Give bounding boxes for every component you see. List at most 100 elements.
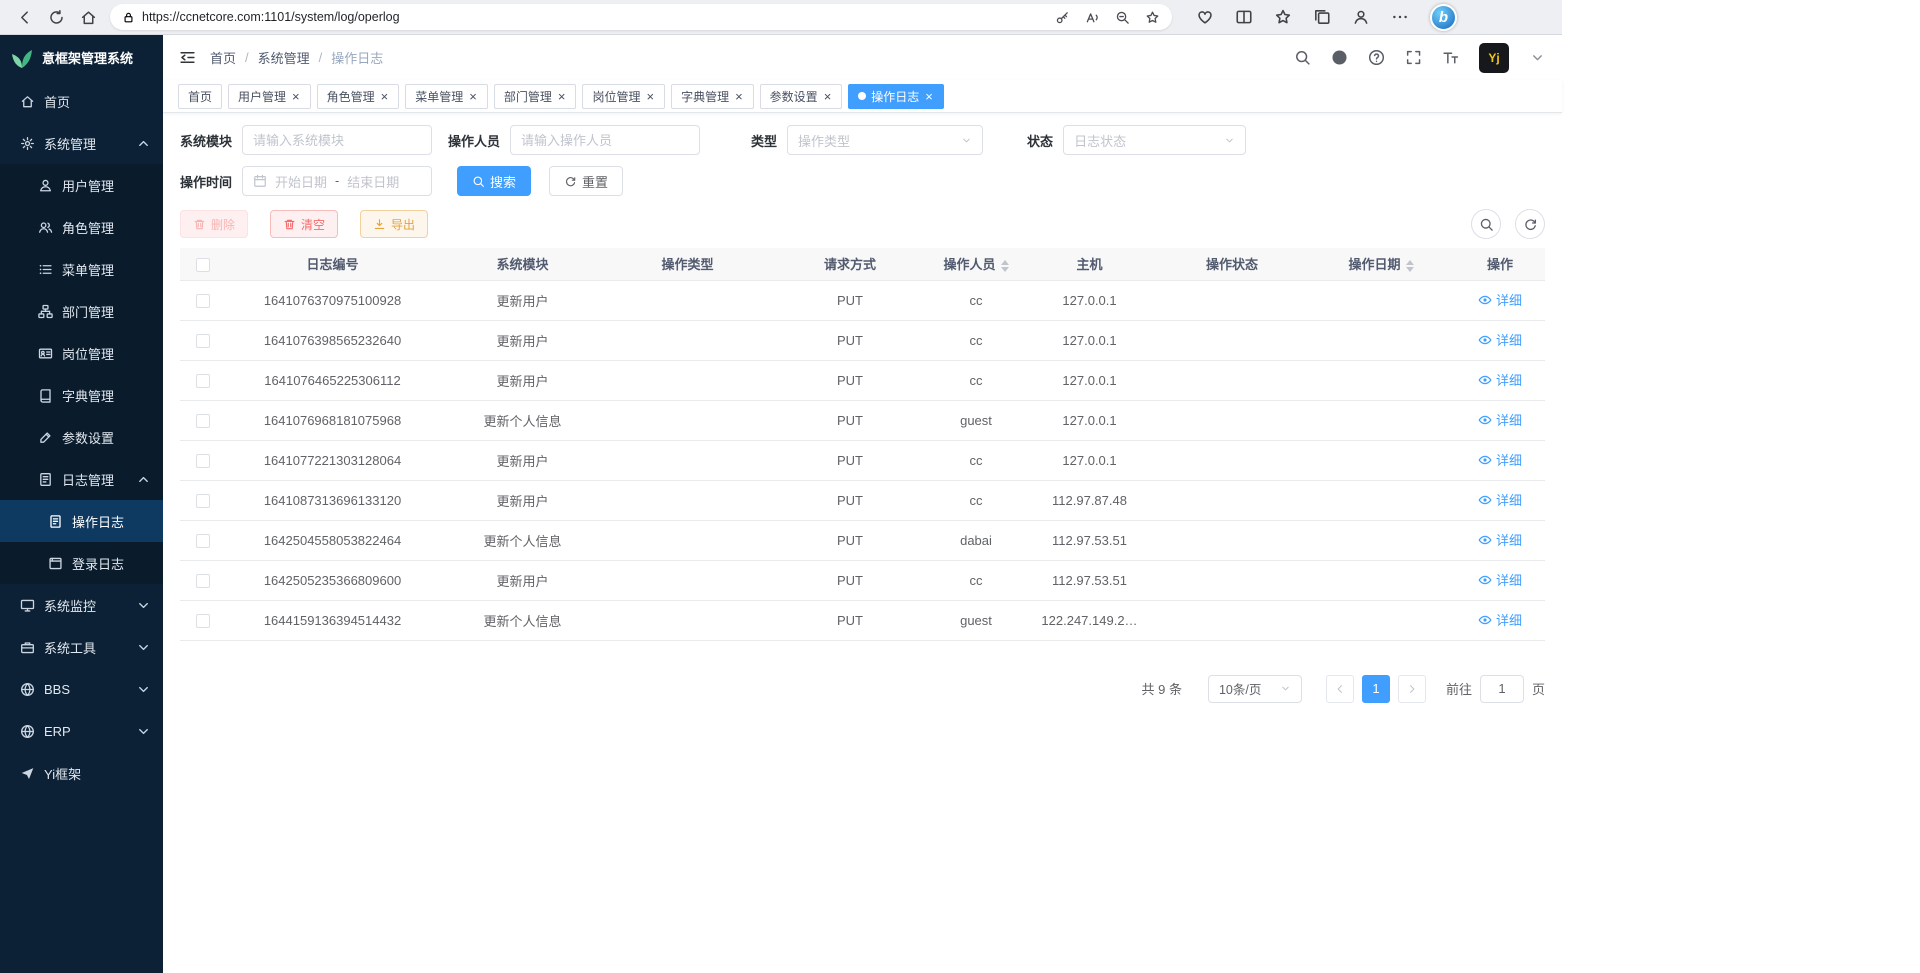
favorite-star-icon[interactable]: [1145, 10, 1160, 25]
browser-essentials-icon[interactable]: [1196, 8, 1214, 26]
export-button[interactable]: 导出: [360, 210, 428, 238]
type-select[interactable]: 操作类型: [787, 125, 983, 155]
operator-input[interactable]: [510, 125, 700, 155]
column-header[interactable]: 操作日期: [1307, 248, 1455, 280]
tab[interactable]: 菜单管理×: [405, 84, 488, 109]
reset-button[interactable]: 重置: [549, 166, 623, 196]
select-all-checkbox[interactable]: [196, 258, 210, 272]
github-icon[interactable]: [1331, 49, 1348, 66]
zoom-out-icon[interactable]: [1115, 10, 1130, 25]
next-page-button[interactable]: [1398, 675, 1426, 703]
sidebar-item[interactable]: 字典管理: [0, 374, 163, 416]
module-input[interactable]: [242, 125, 432, 155]
sidebar-item[interactable]: 操作日志: [0, 500, 163, 542]
split-screen-icon[interactable]: [1235, 8, 1253, 26]
caret-down-icon[interactable]: [1529, 49, 1546, 66]
row-checkbox[interactable]: [196, 334, 210, 348]
close-icon[interactable]: ×: [380, 90, 390, 103]
key-icon[interactable]: [1055, 10, 1070, 25]
row-checkbox[interactable]: [196, 374, 210, 388]
close-icon[interactable]: ×: [734, 90, 744, 103]
sidebar-item[interactable]: 参数设置: [0, 416, 163, 458]
favorites-bar-icon[interactable]: [1274, 8, 1292, 26]
tab[interactable]: 操作日志×: [848, 84, 944, 109]
sidebar-item[interactable]: 首页: [0, 80, 163, 122]
question-icon[interactable]: [1368, 49, 1385, 66]
close-icon[interactable]: ×: [823, 90, 833, 103]
table-search-button[interactable]: [1471, 209, 1501, 239]
sidebar-item[interactable]: 部门管理: [0, 290, 163, 332]
tab[interactable]: 角色管理×: [317, 84, 400, 109]
breadcrumb-item[interactable]: 首页: [210, 48, 236, 67]
date-range-input[interactable]: 开始日期 - 结束日期: [242, 166, 432, 196]
copilot-icon[interactable]: b: [1430, 4, 1457, 31]
address-bar[interactable]: https://ccnetcore.com:1101/system/log/op…: [110, 4, 1172, 30]
font-size-icon[interactable]: [1442, 49, 1459, 66]
sidebar-item[interactable]: Yi框架: [0, 752, 163, 794]
sort-carets-icon[interactable]: [1001, 260, 1009, 272]
delete-button[interactable]: 删除: [180, 210, 248, 238]
column-header[interactable]: 操作人员: [930, 248, 1022, 280]
reload-icon[interactable]: [42, 3, 70, 31]
clear-button[interactable]: 清空: [270, 210, 338, 238]
sidebar-item[interactable]: 岗位管理: [0, 332, 163, 374]
close-icon[interactable]: ×: [291, 90, 301, 103]
url-text[interactable]: https://ccnetcore.com:1101/system/log/op…: [142, 10, 1040, 24]
sidebar-item[interactable]: 日志管理: [0, 458, 163, 500]
close-icon[interactable]: ×: [924, 90, 934, 103]
sidebar-item[interactable]: 角色管理: [0, 206, 163, 248]
sidebar-item[interactable]: 系统监控: [0, 584, 163, 626]
detail-link[interactable]: 详细: [1478, 290, 1522, 309]
more-options-icon[interactable]: [1391, 8, 1409, 26]
status-select[interactable]: 日志状态: [1063, 125, 1246, 155]
sidebar-item[interactable]: BBS: [0, 668, 163, 710]
tab[interactable]: 部门管理×: [494, 84, 577, 109]
sidebar-item[interactable]: 用户管理: [0, 164, 163, 206]
page-size-select[interactable]: 10条/页: [1208, 675, 1302, 703]
tab[interactable]: 岗位管理×: [582, 84, 665, 109]
table-refresh-button[interactable]: [1515, 209, 1545, 239]
fold-menu-icon[interactable]: [179, 49, 196, 66]
tab[interactable]: 首页: [178, 84, 222, 109]
row-checkbox[interactable]: [196, 494, 210, 508]
read-aloud-icon[interactable]: [1085, 10, 1100, 25]
browser-home-icon[interactable]: [74, 3, 102, 31]
breadcrumb-item[interactable]: 系统管理: [258, 48, 310, 67]
page-number-button[interactable]: 1: [1362, 675, 1390, 703]
fullscreen-icon[interactable]: [1405, 49, 1422, 66]
sidebar-item[interactable]: 系统工具: [0, 626, 163, 668]
row-checkbox[interactable]: [196, 574, 210, 588]
prev-page-button[interactable]: [1326, 675, 1354, 703]
sidebar-item[interactable]: 登录日志: [0, 542, 163, 584]
detail-link[interactable]: 详细: [1478, 330, 1522, 349]
sort-carets-icon[interactable]: [1406, 260, 1414, 272]
header-search-icon[interactable]: [1294, 49, 1311, 66]
tab[interactable]: 字典管理×: [671, 84, 754, 109]
row-checkbox[interactable]: [196, 294, 210, 308]
sidebar-item[interactable]: 系统管理: [0, 122, 163, 164]
detail-link[interactable]: 详细: [1478, 450, 1522, 469]
sidebar-item[interactable]: 菜单管理: [0, 248, 163, 290]
close-icon[interactable]: ×: [557, 90, 567, 103]
detail-link[interactable]: 详细: [1478, 410, 1522, 429]
detail-link[interactable]: 详细: [1478, 570, 1522, 589]
row-checkbox[interactable]: [196, 534, 210, 548]
profile-icon[interactable]: [1352, 8, 1370, 26]
close-icon[interactable]: ×: [645, 90, 655, 103]
tab[interactable]: 参数设置×: [760, 84, 843, 109]
goto-page-input[interactable]: [1480, 675, 1524, 703]
app-logo[interactable]: 意框架管理系统: [0, 35, 163, 80]
detail-link[interactable]: 详细: [1478, 530, 1522, 549]
close-icon[interactable]: ×: [468, 90, 478, 103]
collections-icon[interactable]: [1313, 8, 1331, 26]
row-checkbox[interactable]: [196, 414, 210, 428]
tab[interactable]: 用户管理×: [228, 84, 311, 109]
row-checkbox[interactable]: [196, 614, 210, 628]
detail-link[interactable]: 详细: [1478, 610, 1522, 629]
avatar[interactable]: Yj: [1479, 43, 1509, 73]
detail-link[interactable]: 详细: [1478, 490, 1522, 509]
detail-link[interactable]: 详细: [1478, 370, 1522, 389]
sidebar-item[interactable]: ERP: [0, 710, 163, 752]
back-icon[interactable]: [10, 3, 38, 31]
row-checkbox[interactable]: [196, 454, 210, 468]
